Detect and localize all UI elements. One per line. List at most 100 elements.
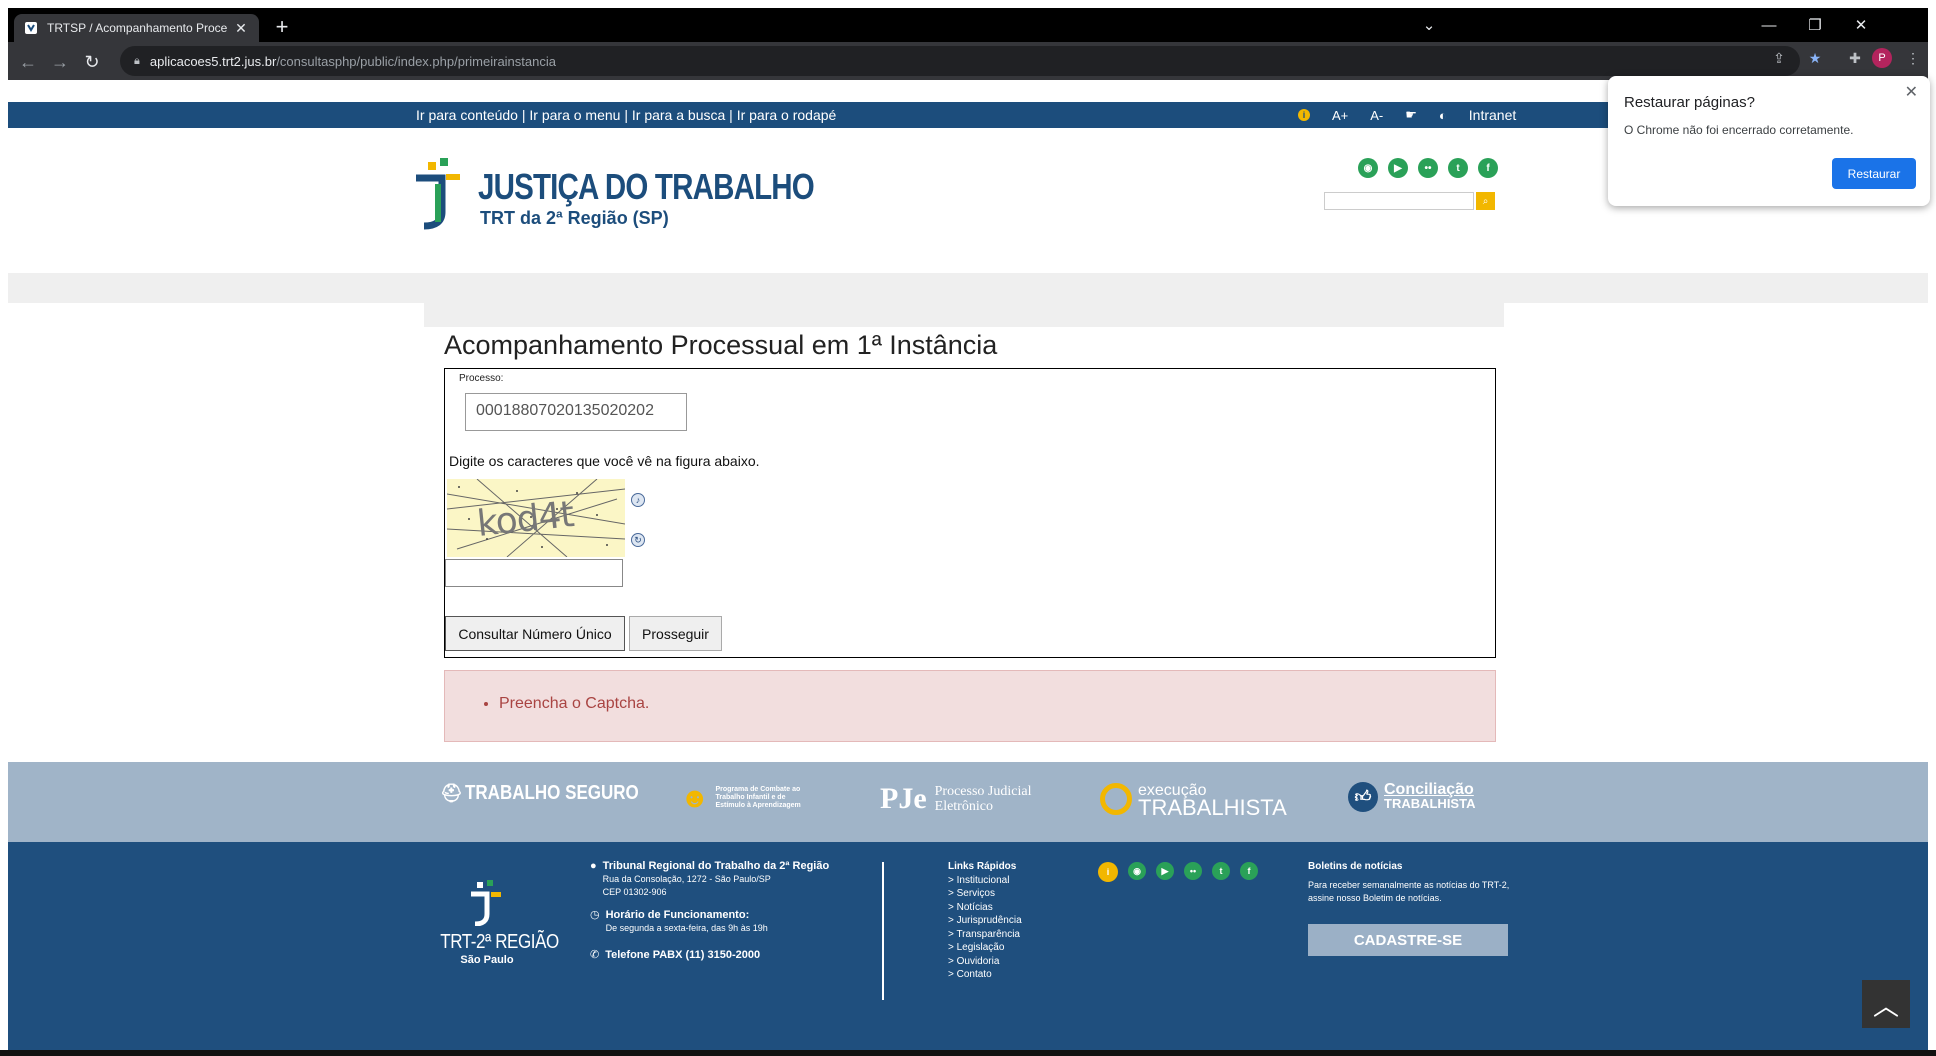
font-increase-button[interactable]: A+: [1332, 108, 1348, 123]
process-number-input[interactable]: 00018807020135020202: [465, 393, 687, 431]
restore-window-icon[interactable]: ❐: [1792, 8, 1838, 42]
popup-message: O Chrome não foi encerrado corretamente.: [1624, 123, 1854, 137]
pje-logo: PJe: [880, 782, 927, 815]
footer-logo[interactable]: TRT-2ª REGIÃO São Paulo: [432, 880, 559, 966]
youtube-icon[interactable]: ▶: [1156, 862, 1174, 880]
skip-to-content-link[interactable]: Ir para conteúdo: [416, 107, 518, 123]
back-icon[interactable]: ←: [16, 50, 40, 74]
rss-icon[interactable]: ◉: [1128, 862, 1146, 880]
tab-search-icon[interactable]: ⌄: [1406, 8, 1452, 42]
quick-link[interactable]: > Jurisprudência: [948, 914, 1022, 928]
youtube-icon[interactable]: ▶: [1388, 158, 1408, 178]
twitter-icon[interactable]: t: [1212, 862, 1230, 880]
facebook-icon[interactable]: f: [1478, 158, 1498, 178]
extensions-icon[interactable]: ✚: [1844, 47, 1866, 69]
partner-trabalho-seguro[interactable]: ⛑ TRABALHO SEGURO: [440, 782, 669, 805]
info-icon[interactable]: i: [1298, 109, 1310, 121]
court-cep: CEP 01302-906: [602, 887, 667, 897]
footer-logo-sub: São Paulo: [460, 954, 514, 966]
captcha-input[interactable]: [445, 559, 623, 587]
trt-logo-icon: [471, 880, 501, 927]
rss-icon[interactable]: ◉: [1358, 158, 1378, 178]
partner-label: Programa de Combate ao Trabalho Infantil…: [715, 786, 801, 809]
thumbs-up-icon: 👍︎: [1348, 782, 1378, 812]
restore-button[interactable]: Restaurar: [1832, 158, 1916, 189]
quick-link[interactable]: > Transparência: [948, 928, 1022, 942]
quick-link[interactable]: > Legislação: [948, 941, 1022, 955]
minimize-icon[interactable]: —: [1746, 8, 1792, 42]
taskbar-edge: [0, 1050, 1936, 1056]
site-search-input[interactable]: [1324, 192, 1474, 210]
twitter-icon[interactable]: t: [1448, 158, 1468, 178]
quick-link[interactable]: > Notícias: [948, 901, 1022, 915]
skip-to-search-link[interactable]: Ir para a busca: [632, 107, 725, 123]
quick-link[interactable]: > Ouvidoria: [948, 955, 1022, 969]
helmet-icon: ⛑: [440, 783, 463, 803]
contrast-icon[interactable]: ◐: [1439, 108, 1447, 123]
hours-title: Horário de Funcionamento:: [605, 909, 750, 921]
web-page: Ir para conteúdo | Ir para o menu | Ir p…: [8, 80, 1928, 1050]
facebook-icon[interactable]: f: [1240, 862, 1258, 880]
skip-to-footer-link[interactable]: Ir para o rodapé: [737, 107, 837, 123]
execucao-line-2: TRABALHISTA: [1138, 795, 1287, 820]
proceed-button[interactable]: Prosseguir: [629, 616, 722, 651]
lock-icon: 🔒︎: [134, 54, 140, 67]
search-icon[interactable]: ⌕: [1476, 192, 1495, 210]
page-title: Acompanhamento Processual em 1ª Instânci…: [444, 330, 998, 360]
bookmark-star-icon[interactable]: ★: [1804, 47, 1826, 69]
info-icon[interactable]: i: [1098, 862, 1118, 882]
phone-icon: ✆: [590, 949, 600, 961]
site-logo[interactable]: JUSTIÇA DO TRABALHO TRT da 2ª Região (SP…: [412, 156, 815, 246]
newsletter-signup-button[interactable]: CADASTRE-SE: [1308, 924, 1508, 956]
hours-text: De segunda a sexta-feira, das 9h às 19h: [605, 923, 768, 933]
court-address: Rua da Consolação, 1272 - São Paulo/SP: [602, 874, 771, 884]
location-pin-icon: ●: [590, 860, 597, 872]
hand-icon[interactable]: ☛: [1405, 107, 1417, 123]
separator: |: [620, 107, 632, 123]
profile-avatar[interactable]: P: [1872, 48, 1892, 68]
error-message: Preencha o Captcha.: [499, 695, 649, 713]
social-links: ◉ ▶ •• t f: [1358, 158, 1498, 178]
menu-kebab-icon[interactable]: ⋮: [1902, 47, 1924, 69]
back-to-top-icon[interactable]: ︿: [1862, 980, 1910, 1028]
reload-icon[interactable]: ↻: [80, 50, 104, 74]
url-host: aplicacoes5.trt2.jus.br: [149, 53, 277, 69]
partner-conciliacao-trabalhista[interactable]: 👍︎ Conciliação TRABALHISTA: [1348, 782, 1475, 812]
partners-bar: ⛑ TRABALHO SEGURO ☻ Programa de Combate …: [8, 762, 1928, 842]
refresh-captcha-icon[interactable]: ↻: [631, 533, 645, 547]
browser-toolbar: ← → ↻ 🔒︎ aplicacoes5.trt2.jus.br/consult…: [8, 42, 1928, 80]
conciliacao-line-2: TRABALHISTA: [1384, 796, 1476, 811]
skip-links: Ir para conteúdo | Ir para o menu | Ir p…: [416, 107, 836, 123]
forward-icon[interactable]: →: [48, 50, 72, 74]
separator: |: [517, 107, 530, 123]
quick-links: Links Rápidos > Institucional > Serviços…: [948, 860, 1022, 982]
logo-subtitle: TRT da 2ª Região (SP): [480, 208, 669, 228]
close-window-icon[interactable]: ✕: [1838, 8, 1884, 42]
close-icon[interactable]: ✕: [1905, 82, 1918, 102]
consult-unique-number-button[interactable]: Consultar Número Único: [445, 616, 625, 651]
popup-title: Restaurar páginas?: [1624, 94, 1755, 111]
font-decrease-button[interactable]: A-: [1370, 108, 1383, 123]
intranet-link[interactable]: Intranet: [1469, 107, 1516, 123]
audio-captcha-icon[interactable]: ♪: [631, 493, 645, 507]
flickr-icon[interactable]: ••: [1184, 862, 1202, 880]
close-tab-icon[interactable]: ✕: [233, 20, 249, 36]
quick-link[interactable]: > Serviços: [948, 887, 1022, 901]
clock-icon: ◷: [590, 909, 600, 921]
execucao-circle-icon: [1100, 783, 1132, 815]
partner-pje[interactable]: PJe Processo Judicial Eletrônico: [880, 782, 1031, 816]
browser-tab[interactable]: TRTSP / Acompanhamento Proce ✕: [14, 14, 259, 42]
address-bar[interactable]: 🔒︎ aplicacoes5.trt2.jus.br/consultasphp/…: [120, 46, 1800, 76]
new-tab-button[interactable]: +: [270, 16, 294, 40]
partner-execucao-trabalhista[interactable]: execução TRABALHISTA: [1100, 782, 1287, 820]
skip-to-menu-link[interactable]: Ir para o menu: [529, 107, 620, 123]
pje-line-1: Processo Judicial: [934, 784, 1032, 799]
footer-contact: ● Tribunal Regional do Trabalho da 2ª Re…: [590, 860, 829, 962]
footer-social: i ◉ ▶ •• t f: [1098, 862, 1258, 882]
partner-trabalho-infantil[interactable]: ☻ Programa de Combate ao Trabalho Infant…: [680, 782, 805, 814]
quick-link[interactable]: > Contato: [948, 968, 1022, 982]
quick-link[interactable]: > Institucional: [948, 874, 1022, 888]
newsletter-title: Boletins de notícias: [1308, 861, 1403, 872]
flickr-icon[interactable]: ••: [1418, 158, 1438, 178]
share-icon[interactable]: ⇪: [1768, 47, 1790, 69]
